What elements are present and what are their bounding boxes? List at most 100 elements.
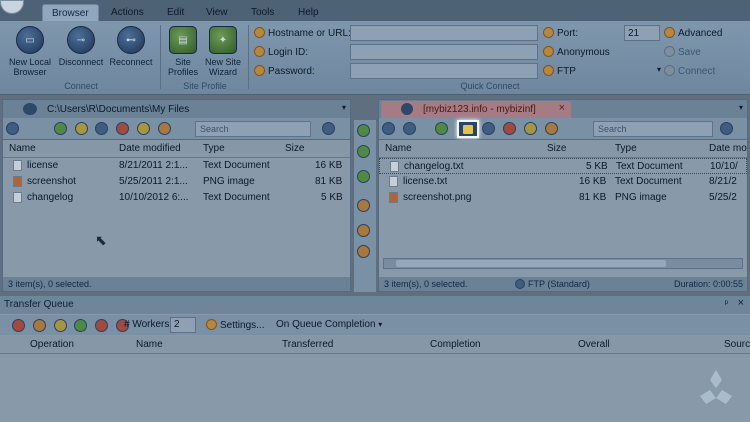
scrollbar-thumb[interactable]	[396, 260, 666, 267]
close-icon[interactable]: ×	[559, 102, 565, 114]
compare-icon[interactable]	[357, 224, 370, 237]
disconnect-button[interactable]: ⊸ Disconnect	[56, 26, 106, 67]
hostname-input[interactable]	[350, 25, 538, 41]
refresh-icon[interactable]	[53, 122, 67, 135]
list-item[interactable]: license 8/21/2011 2:1... Text Document 1…	[3, 158, 350, 174]
column-size[interactable]: Size	[547, 143, 566, 154]
list-item[interactable]: screenshot.png 81 KB PNG image 5/25/2	[379, 190, 747, 206]
new-site-wizard-button[interactable]: ✦ New Site Wizard	[202, 26, 244, 77]
local-path-bar: C:\Users\R\Documents\My Files ▾	[3, 100, 350, 118]
tab-tools[interactable]: Tools	[242, 4, 283, 22]
file-size: 5 KB	[321, 192, 343, 203]
search-icon[interactable]	[322, 122, 335, 135]
column-overall[interactable]: Overall	[578, 339, 610, 350]
column-type[interactable]: Type	[615, 143, 637, 154]
file-size: 5 KB	[586, 161, 608, 172]
tab-help[interactable]: Help	[289, 4, 328, 22]
copy-icon[interactable]	[482, 122, 496, 135]
properties-icon[interactable]	[136, 122, 150, 135]
tab-edit[interactable]: Edit	[158, 4, 193, 22]
close-icon[interactable]: ×	[738, 297, 744, 309]
column-operation[interactable]: Operation	[30, 339, 74, 350]
search-icon[interactable]	[720, 122, 733, 135]
anonymous-icon	[543, 46, 554, 57]
advanced-button[interactable]: Advanced	[664, 27, 722, 39]
local-status-bar: 3 item(s), 0 selected.	[3, 277, 350, 291]
download-icon[interactable]	[357, 145, 370, 158]
site-profiles-button[interactable]: ▤ Site Profiles	[164, 26, 202, 77]
save-button[interactable]: Save	[664, 46, 701, 58]
transfer-queue-toolbar: # Workers 2 Settings... On Queue Complet…	[0, 315, 750, 335]
column-source[interactable]: Sourc	[724, 339, 750, 350]
text-file-icon	[389, 176, 398, 187]
view-icon[interactable]	[157, 122, 171, 135]
list-item[interactable]: screenshot 5/25/2011 2:1... PNG image 81…	[3, 174, 350, 190]
password-input[interactable]	[350, 63, 538, 79]
column-date-modified[interactable]: Date modified	[119, 143, 181, 154]
back-icon[interactable]	[6, 122, 19, 135]
column-name[interactable]: Name	[136, 339, 163, 350]
sync-icon[interactable]	[357, 170, 370, 183]
new-folder-icon[interactable]	[74, 122, 88, 135]
file-date: 5/25/2	[709, 192, 737, 203]
back-icon[interactable]	[382, 122, 395, 135]
pin-icon[interactable]: ᵖ	[725, 298, 728, 308]
column-size[interactable]: Size	[285, 143, 304, 154]
tab-view[interactable]: View	[197, 4, 237, 22]
connect-group-label: Connect	[64, 81, 98, 91]
forward-icon[interactable]	[402, 122, 416, 135]
column-date-modified[interactable]: Date mo	[709, 143, 747, 154]
start-icon[interactable]	[74, 319, 88, 332]
anonymous-checkbox[interactable]: Anonymous	[543, 46, 610, 58]
remote-tab[interactable]: [mybiz123.info - mybizinf] ×	[381, 101, 571, 118]
login-id-input[interactable]	[350, 44, 538, 60]
chevron-down-icon[interactable]: ▾	[342, 103, 346, 112]
cancel-icon[interactable]	[95, 319, 109, 332]
tab-actions[interactable]: Actions	[102, 4, 153, 22]
column-completion[interactable]: Completion	[430, 339, 481, 350]
local-search-input[interactable]: Search	[195, 121, 311, 137]
on-queue-completion-button[interactable]: On Queue Completion ▾	[276, 319, 382, 330]
password-icon	[254, 65, 265, 76]
workers-stepper[interactable]: 2	[170, 317, 196, 333]
column-name[interactable]: Name	[385, 143, 412, 154]
tab-browser[interactable]: Browser	[42, 4, 99, 22]
delete-icon[interactable]	[116, 122, 130, 135]
delete-icon[interactable]	[503, 122, 517, 135]
stop-icon[interactable]	[12, 319, 25, 332]
column-name[interactable]: Name	[9, 143, 36, 154]
chevron-down-icon[interactable]: ▾	[739, 103, 743, 112]
connect-button[interactable]: Connect	[664, 65, 715, 77]
queue-settings-button[interactable]: Settings...	[206, 319, 264, 331]
view-icon[interactable]	[544, 122, 558, 135]
settings-icon[interactable]	[357, 245, 370, 258]
upload-icon[interactable]	[357, 124, 370, 137]
protocol-icon	[543, 65, 554, 76]
copy-icon[interactable]	[95, 122, 109, 135]
protocol-select[interactable]: FTP ▾	[543, 65, 661, 77]
save-icon	[664, 46, 675, 57]
local-browser-pane: C:\Users\R\Documents\My Files ▾ Search N…	[2, 99, 351, 292]
horizontal-scrollbar[interactable]	[383, 258, 743, 269]
file-date: 5/25/2011 2:1...	[119, 176, 188, 187]
transfer-button-strip	[354, 120, 376, 292]
pause-icon[interactable]	[32, 319, 46, 332]
list-item[interactable]: changelog 10/10/2012 6:... Text Document…	[3, 190, 350, 206]
new-folder-button-highlighted[interactable]	[457, 120, 479, 138]
list-item[interactable]: changelog.txt 5 KB Text Document 10/10/	[379, 158, 747, 174]
new-local-browser-label: New Local Browser	[8, 57, 52, 77]
list-item[interactable]: license.txt 16 KB Text Document 8/21/2	[379, 174, 747, 190]
column-type[interactable]: Type	[203, 143, 225, 154]
reconnect-label: Reconnect	[109, 57, 153, 67]
properties-icon[interactable]	[523, 122, 537, 135]
column-transferred[interactable]: Transferred	[282, 339, 333, 350]
new-local-browser-button[interactable]: ▭ New Local Browser	[4, 26, 56, 77]
refresh-icon[interactable]	[434, 122, 448, 135]
remote-search-input[interactable]: Search	[593, 121, 713, 137]
queue-icon[interactable]	[357, 199, 370, 212]
pause-all-icon[interactable]	[53, 319, 67, 332]
reconnect-button[interactable]: ⊷ Reconnect	[106, 26, 156, 67]
file-type: PNG image	[203, 176, 255, 187]
mouse-cursor-icon: ⬉	[95, 232, 107, 248]
port-input[interactable]: 21	[624, 25, 660, 41]
